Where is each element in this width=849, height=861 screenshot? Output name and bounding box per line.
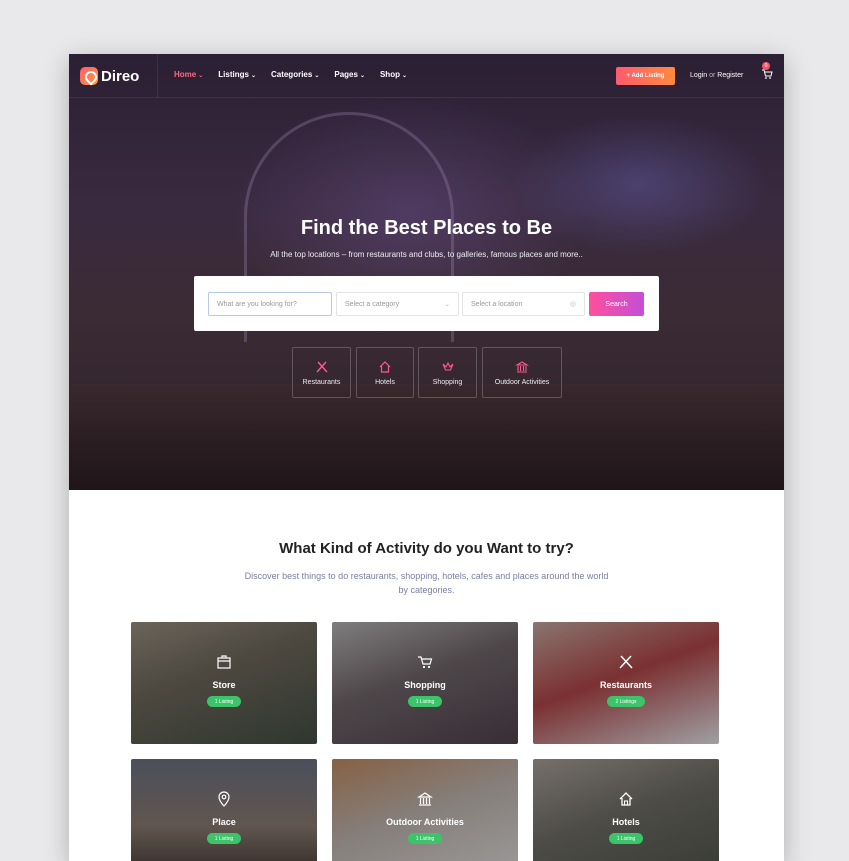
keyword-search-input[interactable]: What are you looking for? bbox=[208, 292, 332, 316]
card-title: Restaurants bbox=[599, 680, 653, 690]
login-link[interactable]: Login bbox=[690, 72, 707, 79]
card-overlay bbox=[533, 759, 719, 861]
card-title: Hotels bbox=[612, 817, 640, 827]
card-title: Store bbox=[212, 680, 236, 690]
store-icon bbox=[217, 655, 231, 669]
logo-pin-icon bbox=[80, 67, 98, 85]
chevron-down-icon: ⌄ bbox=[250, 73, 256, 79]
chevron-down-icon: ⌄ bbox=[314, 73, 320, 79]
category-card-place[interactable]: Place 1 Listing bbox=[131, 759, 317, 861]
listing-count-badge: 1 Listing bbox=[407, 696, 443, 707]
add-listing-button[interactable]: + Add Listing bbox=[616, 67, 675, 85]
category-select[interactable]: Select a category ⌄ bbox=[336, 292, 459, 316]
hero-subtitle: All the top locations – from restaurants… bbox=[270, 250, 583, 259]
nav-divider bbox=[157, 54, 158, 98]
logo[interactable]: Direo bbox=[80, 66, 139, 86]
menu-item-home[interactable]: Home ⌄ bbox=[174, 70, 203, 79]
hero-category-label: Restaurants bbox=[302, 378, 341, 386]
menu-item-listings[interactable]: Listings ⌄ bbox=[218, 70, 256, 79]
browser-page: Direo Home ⌄ Listings ⌄ Categories ⌄ Pages ⌄… bbox=[69, 54, 784, 861]
listing-count-badge: 1 Listing bbox=[608, 833, 644, 844]
chevron-down-icon: ⌄ bbox=[401, 73, 407, 79]
chevron-down-icon: ⌄ bbox=[198, 73, 204, 79]
category-card-shopping[interactable]: Shopping 1 Listing bbox=[332, 622, 518, 744]
hero-category-label: Shopping bbox=[432, 378, 463, 386]
cart-icon bbox=[418, 656, 433, 669]
card-title: Place bbox=[212, 817, 236, 827]
menu-item-pages[interactable]: Pages ⌄ bbox=[334, 70, 365, 79]
register-link[interactable]: Register bbox=[717, 72, 743, 79]
bank-icon bbox=[515, 360, 529, 373]
listing-count-badge: 1 Listing bbox=[206, 696, 242, 707]
search-button[interactable]: Search bbox=[589, 292, 644, 316]
category-card-restaurants[interactable]: Restaurants 2 Listings bbox=[533, 622, 719, 744]
activities-subtitle: Discover best things to do restaurants, … bbox=[244, 571, 609, 595]
category-card-store[interactable]: Store 1 Listing bbox=[131, 622, 317, 744]
menu-item-shop[interactable]: Shop ⌄ bbox=[380, 70, 407, 79]
hero-category-label: Hotels bbox=[375, 378, 395, 386]
location-select[interactable]: Select a location ◎ bbox=[462, 292, 585, 316]
chevron-down-icon: ⌄ bbox=[444, 301, 450, 308]
utensils-icon bbox=[315, 361, 328, 372]
card-overlay bbox=[131, 759, 317, 861]
hero-category-shopping[interactable]: Shopping bbox=[418, 347, 477, 398]
location-select-placeholder: Select a location bbox=[471, 300, 523, 308]
menu-item-categories[interactable]: Categories ⌄ bbox=[271, 70, 319, 79]
category-card-outdoor-activities[interactable]: Outdoor Activities 1 Listing bbox=[332, 759, 518, 861]
map-pin-icon bbox=[218, 791, 230, 807]
hero-title: Find the Best Places to Be bbox=[300, 217, 553, 239]
crown-icon bbox=[441, 361, 454, 371]
utensils-icon bbox=[619, 655, 633, 669]
home-icon bbox=[619, 792, 633, 806]
logo-text: Direo bbox=[101, 67, 140, 85]
card-title: Outdoor Activities bbox=[386, 817, 464, 827]
main-menu: Home ⌄ Listings ⌄ Categories ⌄ Pages ⌄ Shop ⌄ bbox=[174, 70, 422, 79]
cart-count-badge: 0 bbox=[762, 62, 770, 70]
listing-count-badge: 1 Listing bbox=[407, 833, 443, 844]
login-register: Login or Register bbox=[690, 72, 743, 79]
card-title: Shopping bbox=[404, 680, 446, 690]
search-box: What are you looking for? Select a categ… bbox=[194, 276, 659, 331]
chevron-down-icon: ⌄ bbox=[359, 73, 365, 79]
card-overlay bbox=[332, 759, 518, 861]
hero-category-label: Outdoor Activities bbox=[494, 378, 550, 386]
login-or-text: or bbox=[709, 72, 716, 79]
listing-count-badge: 2 Listings bbox=[607, 696, 645, 707]
home-icon bbox=[379, 360, 391, 373]
category-card-hotels[interactable]: Hotels 1 Listing bbox=[533, 759, 719, 861]
locate-icon[interactable]: ◎ bbox=[570, 300, 576, 308]
hero-background-floor bbox=[69, 384, 784, 490]
top-navigation: Direo Home ⌄ Listings ⌄ Categories ⌄ Pages ⌄… bbox=[69, 54, 784, 98]
bank-icon bbox=[417, 792, 433, 806]
category-select-placeholder: Select a category bbox=[345, 300, 400, 308]
hero-category-hotels[interactable]: Hotels bbox=[356, 347, 414, 398]
listing-count-badge: 1 Listing bbox=[206, 833, 242, 844]
hero-category-outdoor-activities[interactable]: Outdoor Activities bbox=[482, 347, 562, 398]
hero-category-restaurants[interactable]: Restaurants bbox=[292, 347, 351, 398]
hero-section: Direo Home ⌄ Listings ⌄ Categories ⌄ Pages ⌄… bbox=[69, 54, 784, 490]
activities-title: What Kind of Activity do you Want to try… bbox=[279, 540, 574, 557]
